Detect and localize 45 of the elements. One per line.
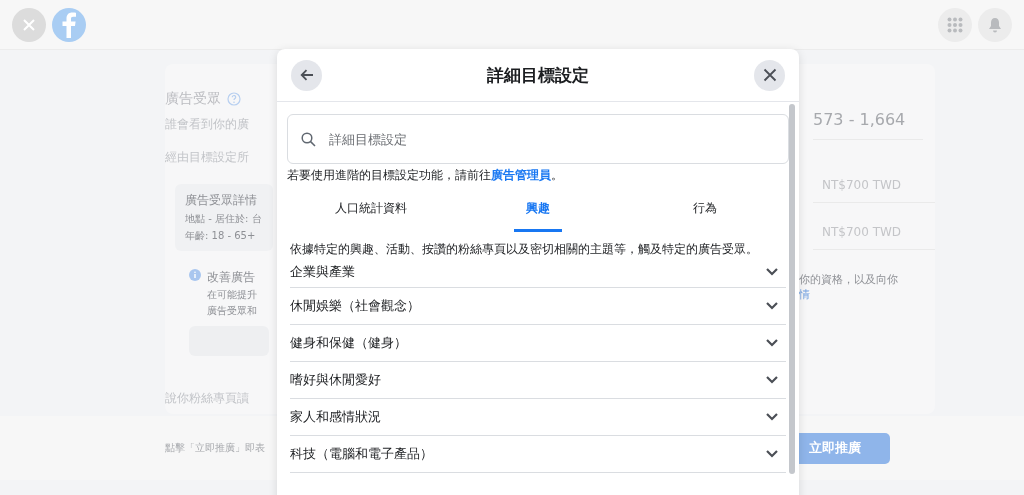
back-arrow-icon <box>299 69 314 81</box>
bell-icon <box>988 16 1002 33</box>
category-tab[interactable]: 人口統計資料 <box>322 188 419 232</box>
details-title: 廣告受眾詳情 <box>185 192 258 209</box>
tip-text: 廣告受眾和 <box>207 304 257 318</box>
category-tab[interactable]: 行為 <box>681 188 730 232</box>
close-button[interactable] <box>754 59 785 91</box>
grid-icon <box>947 16 963 33</box>
close-icon <box>762 68 777 82</box>
logo-button[interactable] <box>52 7 86 42</box>
interest-category[interactable]: 科技（電腦和電子產品） <box>290 435 786 473</box>
reach-estimate: 573 - 1,664 <box>813 110 923 140</box>
search-field[interactable]: 詳細目標設定 <box>287 114 789 164</box>
chevron-down-icon <box>766 375 778 384</box>
dialog-title: 詳細目標設定 <box>487 63 589 87</box>
chevron-down-icon <box>766 449 778 458</box>
interest-category[interactable]: 健身和保健（健身） <box>290 324 786 362</box>
tab-description: 依據特定的興趣、活動、按讚的粉絲專頁以及密切相關的主題等，觸及特定的廣告受眾。 <box>290 242 759 258</box>
close-icon <box>22 17 36 32</box>
interest-category[interactable]: 休閒娛樂（社會觀念） <box>290 287 786 325</box>
chevron-down-icon <box>766 412 778 421</box>
info-icon <box>189 269 201 281</box>
help-icon[interactable] <box>227 92 241 106</box>
details-age: 年齡: 18 - 65+ <box>185 229 257 243</box>
chevron-down-icon <box>766 301 778 310</box>
apps-button[interactable] <box>938 7 972 42</box>
interest-category[interactable]: 嗜好與休閒愛好 <box>290 361 786 399</box>
interest-category[interactable]: 企業與產業 <box>290 257 786 288</box>
category-tab[interactable]: 興趣 <box>514 188 562 232</box>
notifications-button[interactable] <box>978 7 1012 42</box>
tip-title: 改善廣告 <box>207 269 256 286</box>
chevron-down-icon <box>766 268 778 277</box>
interest-category[interactable]: 家人和感情狀況 <box>290 398 786 436</box>
scrollbar-thumb[interactable] <box>789 104 795 474</box>
policy-text: 你的資格，以及向你 <box>799 271 899 287</box>
f-logo-icon <box>61 11 77 38</box>
search-icon <box>301 132 316 147</box>
audience-title: 廣告受眾 <box>165 90 221 108</box>
back-button[interactable] <box>291 59 322 91</box>
advanced-targeting-note: 若要使用進階的目標設定功能，請前往廣告管理員。 <box>287 167 564 184</box>
details-location: 地點 - 居住於: 台 <box>185 212 263 226</box>
ads-manager-link[interactable]: 廣告管理員 <box>491 168 551 182</box>
chevron-down-icon <box>766 338 778 347</box>
footer-text: 點擊「立即推廣」即表 <box>165 441 265 455</box>
tip-text: 在可能提升 <box>207 288 257 302</box>
